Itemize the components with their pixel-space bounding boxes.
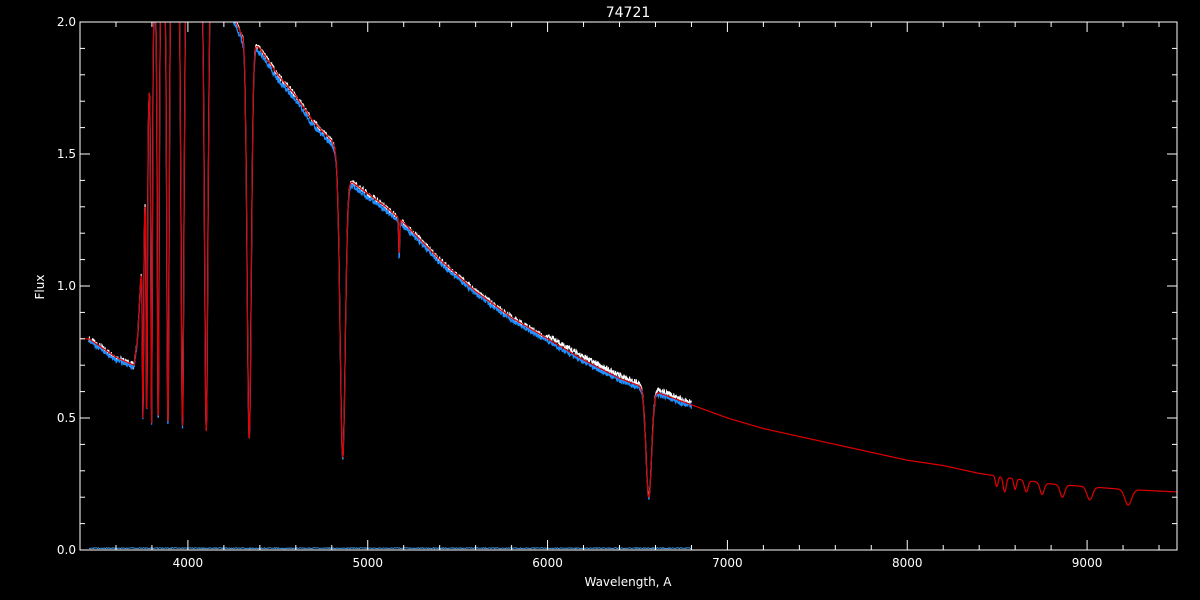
y-axis-title: Flux	[33, 275, 47, 300]
spectrum-plot-svg: 74721 Wavelength, A Flux 4000 5000 6000 700…	[33, 5, 1178, 589]
y-tick-label: 0.5	[57, 411, 76, 425]
series-model-red	[80, 22, 1177, 506]
plot-frame	[79, 21, 1178, 551]
x-tick-label: 8000	[892, 556, 923, 570]
series-observed-white	[88, 22, 692, 499]
series-error	[88, 546, 692, 550]
series-layer	[80, 22, 1177, 550]
x-tick-label: 7000	[712, 556, 743, 570]
series-observed-blue	[88, 22, 692, 500]
x-tick-label: 9000	[1072, 556, 1103, 570]
x-tick-label: 5000	[352, 556, 383, 570]
y-tick-label: 1.5	[57, 147, 76, 161]
chart-title: 74721	[606, 5, 651, 21]
y-tick-label: 2.0	[57, 15, 76, 29]
x-tick-label: 4000	[173, 556, 204, 570]
x-tick-label: 6000	[532, 556, 563, 570]
spectrum-chart: 74721 Wavelength, A Flux 4000 5000 6000 700…	[0, 0, 1200, 600]
y-tick-label: 0.0	[57, 543, 76, 557]
y-tick-label: 1.0	[57, 279, 76, 293]
x-axis-title: Wavelength, A	[584, 575, 672, 589]
tick-layer: 4000 5000 6000 7000 8000 9000 0.0 0.5 1.0 1.5 2.0	[57, 15, 1177, 570]
plot-border	[79, 21, 1178, 551]
